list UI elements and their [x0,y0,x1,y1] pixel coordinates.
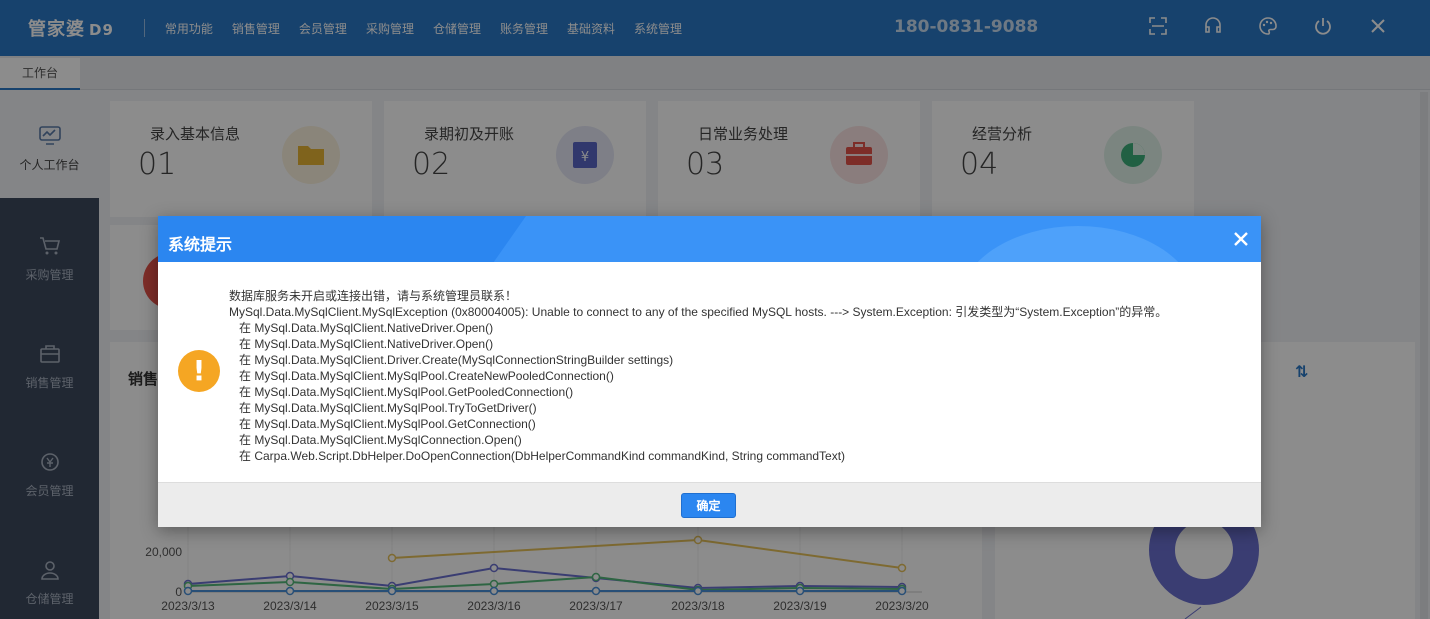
error-message: 数据库服务未开启或连接出错，请与系统管理员联系！ MySql.Data.MySq… [229,289,1168,463]
dialog-title: 系统提示 [168,237,233,254]
system-dialog: 系统提示 ! 数据库服务未开启或连接出错，请与系统管理员联系！ MySql.Da… [158,216,1261,527]
warning-icon: ! [178,350,220,392]
ok-button[interactable]: 确定 [681,493,736,518]
close-icon[interactable] [1233,227,1249,251]
dialog-header: 系统提示 [158,216,1261,262]
dialog-footer: 确定 [158,482,1261,527]
